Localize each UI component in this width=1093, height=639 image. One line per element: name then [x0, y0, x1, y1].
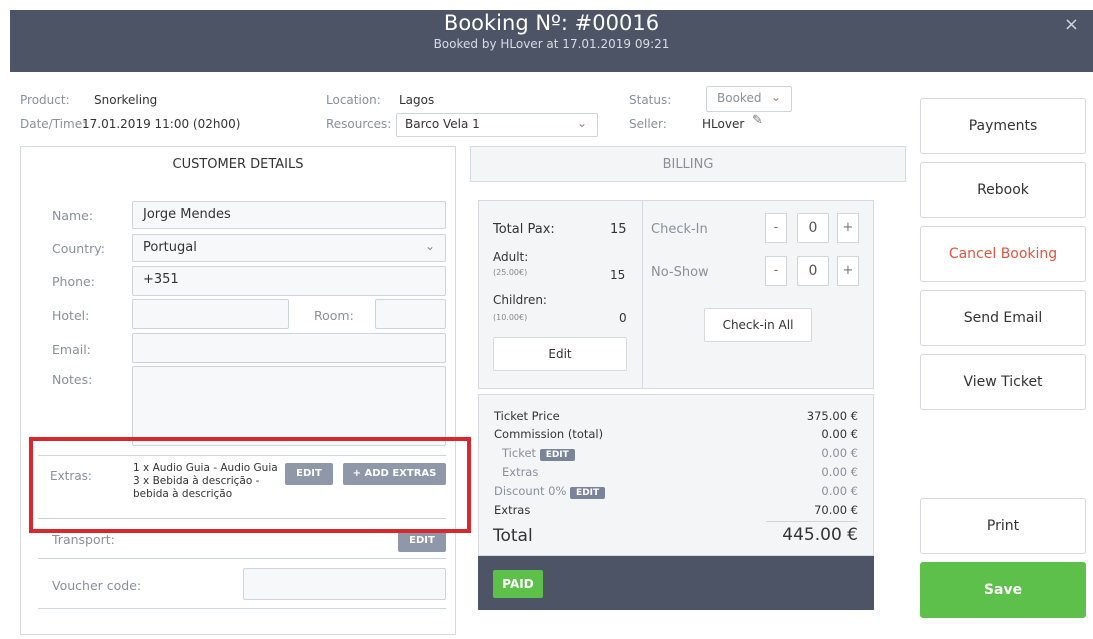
- email-input[interactable]: [132, 333, 446, 363]
- checkin-count[interactable]: 0: [797, 213, 829, 243]
- phone-input[interactable]: +351: [132, 266, 446, 296]
- close-icon[interactable]: ×: [1064, 14, 1079, 35]
- seller-value: HLover: [702, 117, 745, 131]
- adult-label: Adult:: [493, 250, 529, 264]
- extras-commission-value: 0.00 €: [821, 465, 858, 479]
- notes-textarea[interactable]: [132, 366, 446, 446]
- divider: [766, 521, 858, 522]
- booking-title: Booking Nº: #00016: [443, 11, 660, 35]
- pencil-icon[interactable]: ✎: [752, 113, 763, 128]
- children-label: Children:: [493, 293, 547, 307]
- checkin-plus-button[interactable]: +: [837, 213, 859, 243]
- adult-price: (25.00€): [493, 268, 528, 277]
- country-label: Country:: [52, 241, 105, 256]
- transport-label: Transport:: [52, 532, 115, 547]
- divider: [38, 608, 446, 609]
- phone-label: Phone:: [52, 274, 95, 289]
- paid-badge: PAID: [493, 570, 543, 598]
- ticket-commission-value: 0.00 €: [821, 446, 858, 460]
- notes-label: Notes:: [52, 372, 93, 387]
- total-pax-label: Total Pax:: [493, 222, 555, 237]
- hotel-input[interactable]: [132, 299, 289, 329]
- extras-total-value: 70.00 €: [814, 503, 858, 517]
- checkin-minus-button[interactable]: -: [765, 213, 787, 243]
- transport-edit-button[interactable]: EDIT: [398, 530, 446, 552]
- datetime-label: Date/Time:: [20, 117, 87, 131]
- hotel-label: Hotel:: [52, 308, 90, 323]
- chevron-down-icon: ⌄: [424, 239, 435, 253]
- extras-highlight-box: [29, 437, 471, 533]
- commission-label: Commission (total): [494, 427, 604, 441]
- resources-value: Barco Vela 1: [405, 117, 480, 131]
- product-value: Snorkeling: [94, 93, 158, 107]
- ticket-commission-edit-button[interactable]: EDIT: [539, 449, 575, 461]
- adult-count: 15: [610, 268, 626, 282]
- resources-label: Resources:: [326, 117, 392, 131]
- noshow-label: No-Show: [651, 265, 709, 280]
- discount-row: Discount 0% EDIT: [494, 484, 606, 499]
- location-label: Location:: [326, 93, 381, 107]
- children-count: 0: [619, 311, 627, 325]
- noshow-minus-button[interactable]: -: [765, 256, 787, 286]
- email-label: Email:: [52, 342, 91, 357]
- save-button[interactable]: Save: [920, 562, 1086, 618]
- name-label: Name:: [52, 208, 94, 223]
- voucher-input[interactable]: [243, 568, 446, 600]
- payments-button[interactable]: Payments: [920, 98, 1086, 154]
- location-value: Lagos: [399, 93, 435, 107]
- ticket-commission-row: Ticket EDIT: [502, 446, 575, 461]
- ticket-price-value: 375.00 €: [806, 409, 858, 423]
- ticket-commission-label: Ticket: [502, 446, 537, 460]
- rebook-button[interactable]: Rebook: [920, 162, 1086, 218]
- divider: [38, 558, 446, 559]
- chevron-down-icon: ⌄: [576, 116, 587, 130]
- seller-label: Seller:: [629, 117, 667, 131]
- checkin-label: Check-In: [651, 222, 708, 237]
- send-email-button[interactable]: Send Email: [920, 290, 1086, 346]
- ticket-price-label: Ticket Price: [494, 409, 560, 423]
- booking-subtitle: Booked by HLover at 17.01.2019 09:21: [433, 37, 670, 51]
- room-input[interactable]: [375, 299, 446, 329]
- tab-customer-details[interactable]: CUSTOMER DETAILS: [20, 146, 456, 182]
- chevron-down-icon: ⌄: [770, 90, 781, 104]
- status-label: Status:: [629, 93, 672, 107]
- discount-edit-button[interactable]: EDIT: [570, 487, 606, 499]
- view-ticket-button[interactable]: View Ticket: [920, 354, 1086, 410]
- extras-total-label: Extras: [494, 503, 531, 517]
- name-input[interactable]: Jorge Mendes: [132, 201, 446, 229]
- room-label: Room:: [314, 308, 354, 323]
- country-select[interactable]: Portugal ⌄: [132, 234, 446, 262]
- discount-label: Discount 0%: [494, 484, 567, 498]
- voucher-label: Voucher code:: [52, 578, 142, 593]
- total-value: 445.00 €: [782, 525, 858, 545]
- commission-value: 0.00 €: [821, 427, 858, 441]
- status-select[interactable]: Booked ⌄: [706, 86, 792, 112]
- divider: [642, 200, 643, 389]
- noshow-count[interactable]: 0: [797, 256, 829, 286]
- discount-value: 0.00 €: [821, 484, 858, 498]
- total-pax-value: 15: [610, 222, 627, 237]
- noshow-plus-button[interactable]: +: [837, 256, 859, 286]
- country-value: Portugal: [143, 240, 197, 255]
- tab-billing[interactable]: BILLING: [470, 146, 906, 182]
- status-value: Booked: [717, 91, 762, 105]
- extras-commission-label: Extras: [502, 465, 539, 479]
- total-label: Total: [493, 526, 533, 546]
- pax-edit-button[interactable]: Edit: [493, 337, 627, 371]
- product-label: Product:: [20, 93, 70, 107]
- print-button[interactable]: Print: [920, 498, 1086, 554]
- booking-header: Booking Nº: #00016 Booked by HLover at 1…: [10, 10, 1093, 72]
- resources-select[interactable]: Barco Vela 1 ⌄: [396, 113, 598, 137]
- cancel-booking-button[interactable]: Cancel Booking: [920, 226, 1086, 282]
- children-price: (10.00€): [493, 313, 528, 322]
- checkin-all-button[interactable]: Check-in All: [704, 308, 812, 342]
- datetime-value: 17.01.2019 11:00 (02h00): [82, 117, 241, 131]
